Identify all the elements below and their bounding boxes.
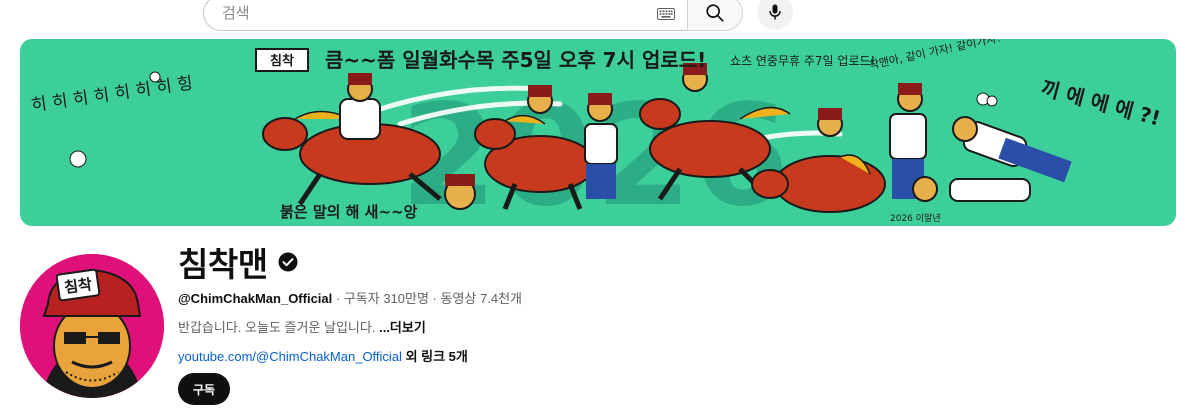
search-button[interactable] xyxy=(687,0,743,31)
search-icon xyxy=(706,4,724,22)
banner-speech-bubble: 착맨아, 같이 가자! 같이가자! xyxy=(868,39,1002,72)
search-box[interactable] xyxy=(203,0,687,31)
channel-links: youtube.com/@ChimChakMan_Official 외 링크 5… xyxy=(178,346,468,365)
banner-headline: 큼~~폼 일월화수목 주5일 오후 7시 업로드! xyxy=(325,48,706,72)
video-count: 동영상 7.4천개 xyxy=(440,291,522,306)
more-button[interactable]: ...더보기 xyxy=(379,320,426,335)
rider-bottom-illustration xyxy=(444,174,476,210)
meta-separator: · xyxy=(332,291,344,306)
channel-title: 침착맨 xyxy=(178,246,268,283)
fallen-rider-illustration xyxy=(912,116,1072,202)
microphone-icon xyxy=(769,4,781,20)
voice-search-button[interactable] xyxy=(757,0,793,30)
description-text: 반갑습니다. 오늘도 즐거운 날입니다. xyxy=(178,320,376,335)
channel-title-row: 침착맨 xyxy=(178,240,298,284)
more-links-button[interactable]: 외 링크 5개 xyxy=(402,349,468,364)
meta-separator: · xyxy=(428,291,441,306)
banner-shorts-note: 쇼츠 연중무휴 주7일 업로드! xyxy=(730,54,875,68)
subscribe-button[interactable]: 구독 xyxy=(178,373,230,405)
keyboard-icon[interactable] xyxy=(657,7,675,20)
banner-bottom-text: 붉은 말의 해 새~~앙 xyxy=(280,203,418,221)
channel-handle: @ChimChakMan_Official xyxy=(178,291,333,306)
avatar-cap-text: 침착 xyxy=(63,275,93,297)
channel-page: 2026 xyxy=(0,0,1196,413)
channel-link[interactable]: youtube.com/@ChimChakMan_Official xyxy=(178,349,402,364)
channel-meta: @ChimChakMan_Official · 구독자 310만명 · 동영상 … xyxy=(178,288,522,307)
search-bar xyxy=(203,0,743,32)
subscriber-count: 구독자 310만명 xyxy=(343,291,429,306)
banner-right-shout: 끼 에 에 에 ?! xyxy=(1039,76,1163,131)
channel-avatar[interactable]: 침착 xyxy=(20,254,164,398)
banner-logo-text: 침착 xyxy=(270,53,294,69)
channel-description[interactable]: 반갑습니다. 오늘도 즐거운 날입니다. ...더보기 xyxy=(178,317,426,336)
channel-banner[interactable]: 2026 xyxy=(20,39,1176,226)
banner-signature: 2026 이말년 xyxy=(890,212,941,224)
banner-left-laugh: 히 히 히 히 히 히 히 힝 xyxy=(30,73,194,115)
search-input[interactable] xyxy=(220,3,657,23)
verified-check-icon xyxy=(278,252,298,272)
